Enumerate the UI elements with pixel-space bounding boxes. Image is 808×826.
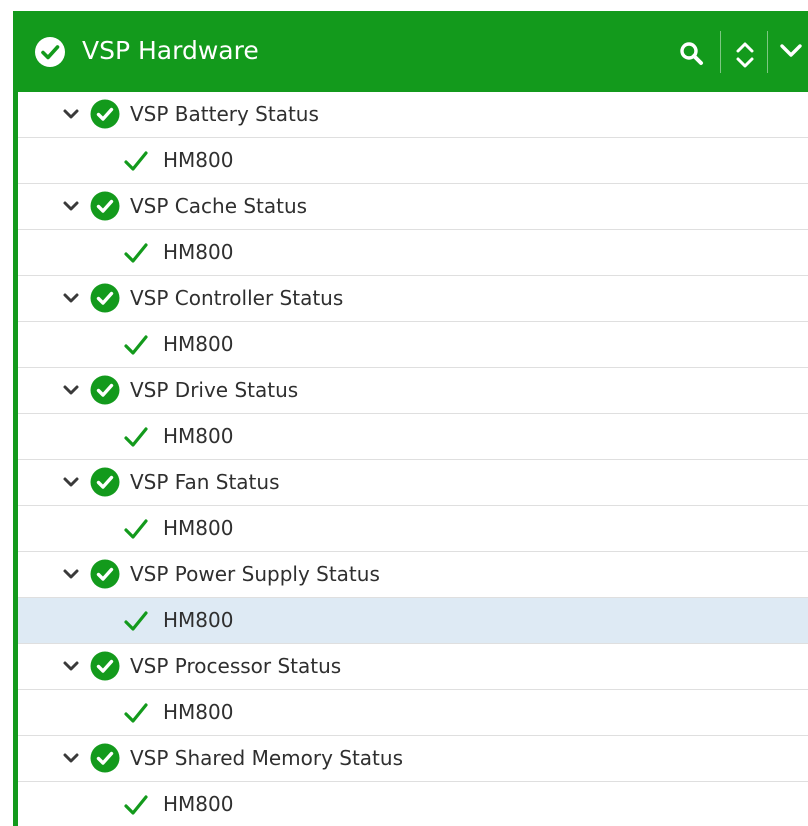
tree-child-row[interactable]: HM800: [18, 506, 808, 552]
chevron-down-icon[interactable]: [62, 752, 80, 764]
check-icon: [124, 243, 148, 263]
sort-icon[interactable]: [731, 37, 759, 77]
check-circle-icon: [90, 467, 120, 497]
tree-group-row[interactable]: VSP Shared Memory Status: [18, 736, 808, 782]
check-icon: [124, 795, 148, 815]
chevron-down-icon[interactable]: [62, 384, 80, 396]
check-icon: [124, 151, 148, 171]
chevron-down-icon[interactable]: [62, 476, 80, 488]
child-title: HM800: [163, 240, 234, 264]
group-title: VSP Processor Status: [130, 654, 342, 678]
child-title: HM800: [163, 332, 234, 356]
check-icon: [124, 335, 148, 355]
chevron-down-icon[interactable]: [62, 568, 80, 580]
hardware-tree: VSP Battery Status HM800 VSP Cache Status H…: [18, 92, 808, 826]
check-circle-icon: [90, 743, 120, 773]
tree-child-row[interactable]: HM800: [18, 782, 808, 826]
tree-child-row[interactable]: HM800: [18, 322, 808, 368]
check-circle-icon: [90, 375, 120, 405]
group-title: VSP Shared Memory Status: [130, 746, 403, 770]
tree-group-row[interactable]: VSP Battery Status: [18, 92, 808, 138]
check-circle-icon: [90, 283, 120, 313]
child-title: HM800: [163, 608, 234, 632]
header-divider: [720, 31, 721, 73]
check-icon: [124, 519, 148, 539]
panel-title: VSP Hardware: [82, 36, 259, 65]
chevron-down-icon[interactable]: [62, 292, 80, 304]
tree-group-row[interactable]: VSP Fan Status: [18, 460, 808, 506]
tree-child-row[interactable]: HM800: [18, 598, 808, 644]
check-icon: [124, 703, 148, 723]
check-icon: [124, 611, 148, 631]
group-title: VSP Battery Status: [130, 102, 319, 126]
vsp-hardware-panel: VSP Hardware VSP Battery Status HM800 VSP …: [13, 11, 808, 826]
header-divider: [767, 31, 768, 73]
chevron-down-icon[interactable]: [62, 108, 80, 120]
chevron-down-icon[interactable]: [777, 39, 805, 63]
tree-group-row[interactable]: VSP Controller Status: [18, 276, 808, 322]
chevron-down-icon[interactable]: [62, 660, 80, 672]
group-title: VSP Fan Status: [130, 470, 280, 494]
group-title: VSP Controller Status: [130, 286, 344, 310]
child-title: HM800: [163, 792, 234, 816]
group-title: VSP Cache Status: [130, 194, 308, 218]
group-title: VSP Drive Status: [130, 378, 299, 402]
tree-child-row[interactable]: HM800: [18, 230, 808, 276]
chevron-down-icon[interactable]: [62, 200, 80, 212]
tree-group-row[interactable]: VSP Drive Status: [18, 368, 808, 414]
child-title: HM800: [163, 424, 234, 448]
group-title: VSP Power Supply Status: [130, 562, 380, 586]
panel-header: VSP Hardware: [18, 11, 808, 92]
tree-group-row[interactable]: VSP Cache Status: [18, 184, 808, 230]
child-title: HM800: [163, 516, 234, 540]
check-circle-icon: [35, 37, 65, 67]
tree-group-row[interactable]: VSP Processor Status: [18, 644, 808, 690]
tree-child-row[interactable]: HM800: [18, 414, 808, 460]
search-icon[interactable]: [677, 39, 707, 69]
check-circle-icon: [90, 99, 120, 129]
tree-child-row[interactable]: HM800: [18, 138, 808, 184]
check-circle-icon: [90, 191, 120, 221]
tree-group-row[interactable]: VSP Power Supply Status: [18, 552, 808, 598]
tree-child-row[interactable]: HM800: [18, 690, 808, 736]
check-circle-icon: [90, 559, 120, 589]
check-icon: [124, 427, 148, 447]
check-circle-icon: [90, 651, 120, 681]
child-title: HM800: [163, 148, 234, 172]
child-title: HM800: [163, 700, 234, 724]
